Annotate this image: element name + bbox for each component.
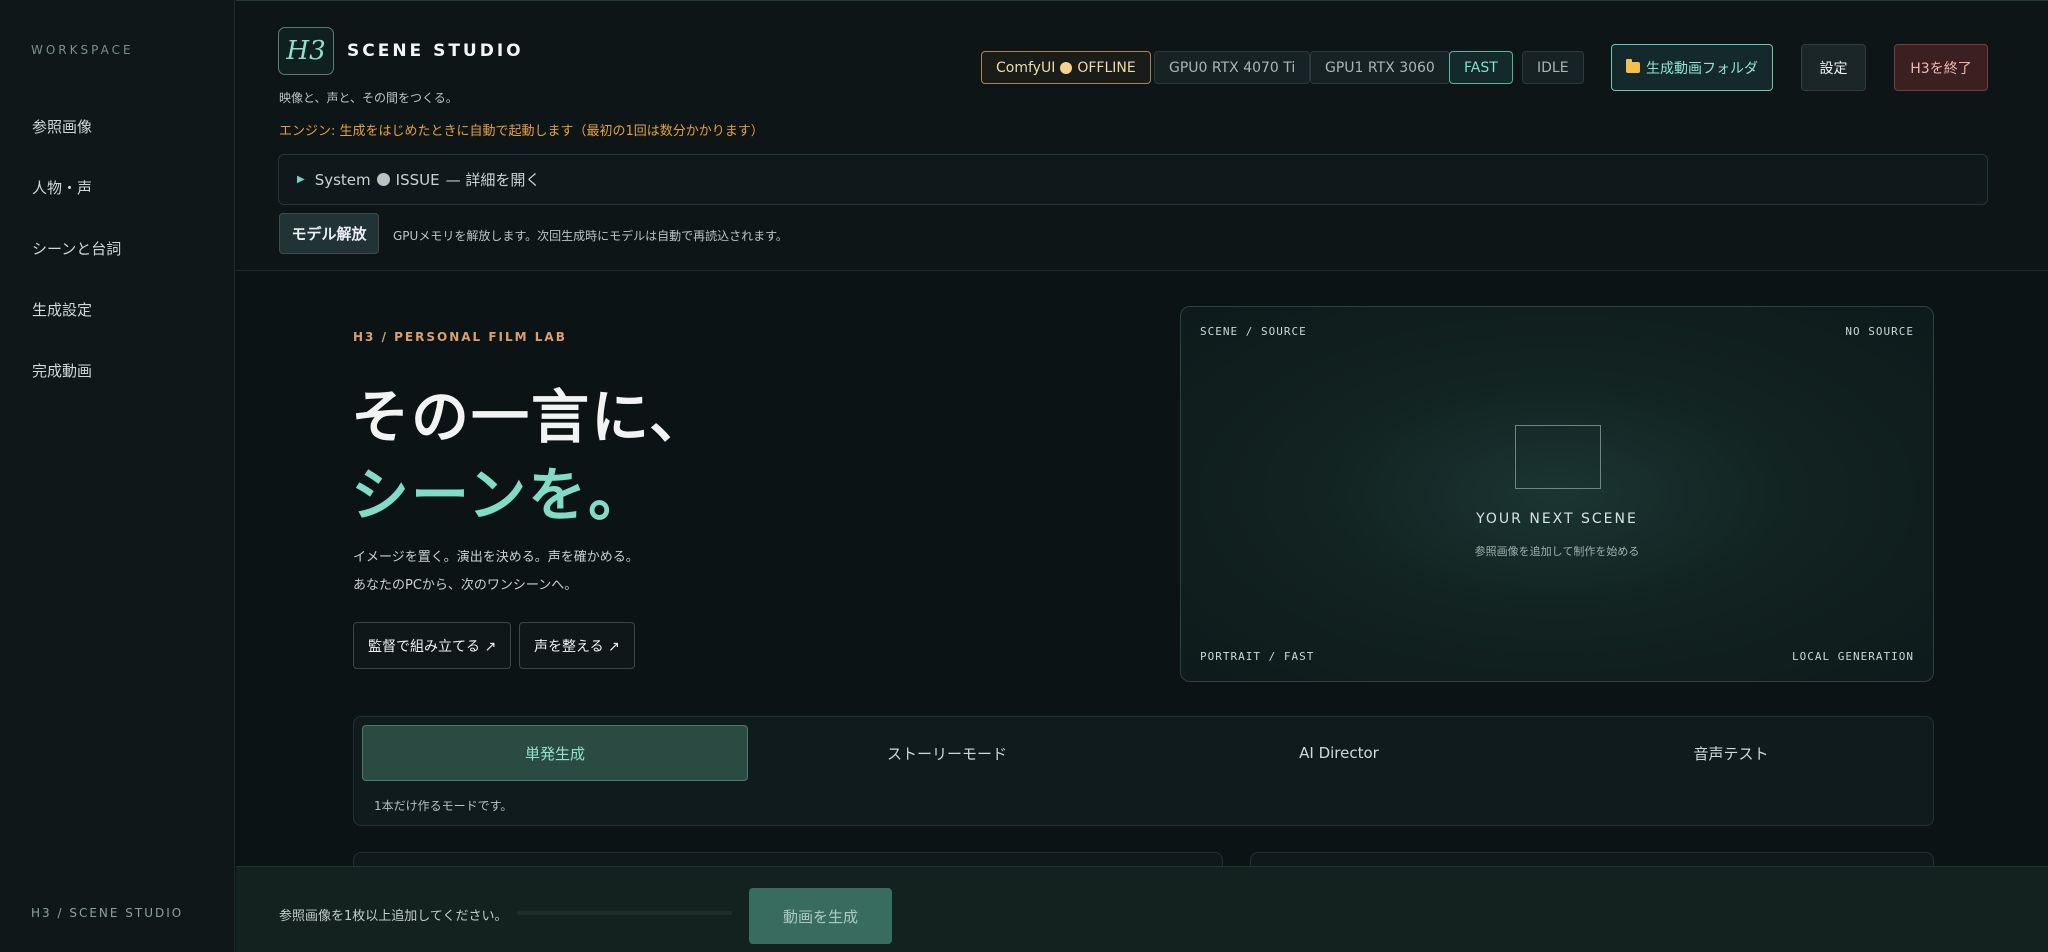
app-logo: H3	[278, 27, 334, 75]
mode-description: 1本だけ作るモードです。	[374, 799, 513, 813]
preview-top-left-label: SCENE / SOURCE	[1200, 325, 1307, 338]
app-root: WORKSPACE 参照画像 人物・声 シーンと台詞 生成設定 完成動画 H3 …	[0, 0, 2048, 952]
hero-heading-line1: その一言に、	[351, 383, 710, 451]
comfyui-state: OFFLINE	[1077, 59, 1136, 76]
folder-icon	[1626, 59, 1640, 73]
sidebar-item-generation-settings[interactable]: 生成設定	[32, 299, 92, 320]
preview-title: YOUR NEXT SCENE	[1476, 511, 1638, 527]
mode-tabs-panel: 単発生成 ストーリーモード AI Director 音声テスト 1本だけ作るモー…	[353, 716, 1934, 826]
hero-description-line1: イメージを置く。演出を決める。声を確かめる。	[353, 550, 639, 565]
release-models-note: GPUメモリを解放します。次回生成時にモデルは自動で再読込されます。	[393, 229, 788, 243]
progress-bar	[517, 911, 732, 915]
open-output-folder-label: 生成動画フォルダ	[1646, 60, 1758, 77]
sidebar-item-finished-videos[interactable]: 完成動画	[32, 360, 92, 381]
system-status-dot-icon	[376, 173, 390, 186]
status-dot-icon	[1060, 61, 1073, 74]
settings-button[interactable]: 設定	[1801, 44, 1866, 91]
voice-link-button[interactable]: 声を整える ↗	[519, 622, 635, 669]
speed-badge: FAST	[1449, 51, 1513, 84]
main-content: H3 / PERSONAL FILM LAB その一言に、 シーンを。 イメージ…	[236, 272, 2048, 952]
preview-bottom-right-label: LOCAL GENERATION	[1792, 650, 1914, 663]
scene-preview: SCENE / SOURCE NO SOURCE YOUR NEXT SCENE…	[1180, 306, 1934, 682]
preview-bottom-left-label: PORTRAIT / FAST	[1200, 650, 1315, 663]
system-action: — 詳細を開く	[445, 171, 541, 189]
tab-story-mode[interactable]: ストーリーモード	[754, 725, 1140, 781]
sidebar-item-characters-voice[interactable]: 人物・声	[32, 177, 92, 198]
workspace-label: WORKSPACE	[31, 43, 134, 57]
preview-top-right-label: NO SOURCE	[1845, 325, 1914, 338]
system-details-toggle[interactable]: ▶ System ISSUE — 詳細を開く	[278, 154, 1988, 205]
comfyui-label: ComfyUI	[996, 59, 1056, 76]
app-title: SCENE STUDIO	[347, 41, 524, 61]
hero-heading-line2: シーンを。	[351, 461, 649, 529]
sidebar-item-reference-images[interactable]: 参照画像	[32, 116, 92, 137]
open-output-folder-button[interactable]: 生成動画フォルダ	[1611, 44, 1773, 91]
tab-voice-test[interactable]: 音声テスト	[1538, 725, 1924, 781]
release-models-button[interactable]: モデル解放	[279, 213, 379, 254]
director-link-button[interactable]: 監督で組み立てる ↗	[353, 622, 512, 669]
app-tagline: 映像と、声と、その間をつくる。	[279, 91, 458, 105]
quit-button[interactable]: H3を終了	[1894, 44, 1988, 91]
gpu1-badge: GPU1 RTX 3060	[1310, 51, 1450, 84]
footer-action-bar: 参照画像を1枚以上追加してください。 動画を生成	[236, 866, 2048, 952]
sidebar-item-scenes-dialogue[interactable]: シーンと台詞	[32, 238, 121, 259]
sidebar: WORKSPACE 参照画像 人物・声 シーンと台詞 生成設定 完成動画 H3 …	[0, 0, 235, 952]
system-state: ISSUE	[395, 170, 440, 189]
tab-ai-director[interactable]: AI Director	[1146, 725, 1532, 781]
comfyui-status-badge: ComfyUI OFFLINE	[981, 51, 1151, 84]
disclosure-triangle-icon: ▶	[297, 174, 305, 185]
engine-state-badge: IDLE	[1522, 51, 1584, 84]
gpu0-badge: GPU0 RTX 4070 Ti	[1154, 51, 1311, 84]
hero-description-line2: あなたのPCから、次のワンシーンへ。	[353, 578, 578, 593]
preview-hint: 参照画像を追加して制作を始める	[1474, 545, 1640, 558]
footer-message: 参照画像を1枚以上追加してください。	[279, 909, 508, 924]
hero-eyebrow: H3 / PERSONAL FILM LAB	[353, 330, 567, 344]
tab-single-generation[interactable]: 単発生成	[362, 725, 748, 781]
header: H3 SCENE STUDIO 映像と、声と、その間をつくる。 エンジン: 生成…	[236, 0, 2048, 271]
generate-video-button[interactable]: 動画を生成	[749, 888, 892, 944]
sidebar-footer-brand: H3 / SCENE STUDIO	[31, 906, 184, 920]
system-label: System	[314, 170, 371, 189]
image-placeholder-icon	[1515, 425, 1601, 489]
engine-notice: エンジン: 生成をはじめたときに自動で起動します（最初の1回は数分かかります）	[279, 124, 764, 139]
